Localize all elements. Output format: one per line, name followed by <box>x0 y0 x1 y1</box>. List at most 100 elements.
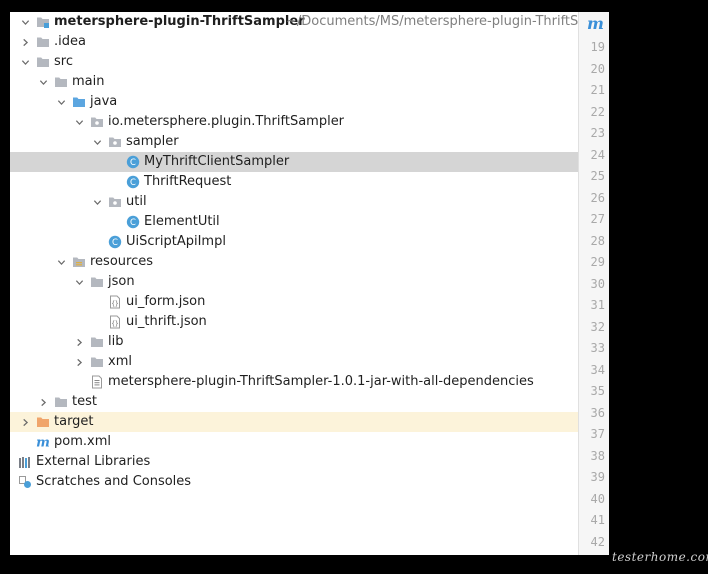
project-tree-panel: metersphere-plugin-ThriftSampler ~/Docume… <box>10 12 578 555</box>
line-number: 21 <box>590 83 605 97</box>
json-file-icon: {} <box>108 315 122 329</box>
svg-text:C: C <box>130 158 136 168</box>
chevron-down-icon[interactable] <box>90 192 104 212</box>
tree-item-label: MyThriftClientSampler <box>144 154 290 169</box>
tree-item-label: metersphere-plugin-ThriftSampler <box>54 14 305 29</box>
tree-item-label: .idea <box>54 34 86 49</box>
tree-item-scratches-and-consoles[interactable]: Scratches and Consoles <box>10 472 578 492</box>
tree-item-label: ElementUtil <box>144 214 220 229</box>
package-icon <box>108 195 122 209</box>
line-number: 25 <box>590 169 605 183</box>
chevron-down-icon[interactable] <box>18 12 32 32</box>
tree-item-label: target <box>54 414 94 429</box>
tree-item-main[interactable]: main <box>10 72 578 92</box>
line-number: 37 <box>590 427 605 441</box>
line-number: 34 <box>590 362 605 377</box>
line-number: 32 <box>590 319 605 334</box>
tree-item-lib[interactable]: lib <box>10 332 578 352</box>
line-number: 20 <box>590 61 605 76</box>
line-number: 39 <box>590 470 605 484</box>
tree-item-ui-thrift-json[interactable]: {} ui_thrift.json <box>10 312 578 332</box>
folder-icon <box>90 275 104 289</box>
json-file-icon: {} <box>108 295 122 309</box>
tree-item-mythriftclientsampler[interactable]: C MyThriftClientSampler <box>10 152 578 172</box>
line-number: 35 <box>590 384 605 398</box>
folder-icon <box>36 35 50 49</box>
tree-item-java[interactable]: java <box>10 92 578 112</box>
folder-icon <box>90 335 104 349</box>
tree-item-label: sampler <box>126 134 179 149</box>
chevron-right-icon[interactable] <box>18 412 32 432</box>
line-number: 38 <box>590 448 605 463</box>
source-folder-icon <box>72 95 86 109</box>
svg-text:m: m <box>36 436 50 450</box>
chevron-down-icon[interactable] <box>36 72 50 92</box>
tree-item-label: main <box>72 74 105 89</box>
chevron-down-icon[interactable] <box>18 52 32 72</box>
tree-item-metersphere-plugin-thriftsampler-1-0-1-jar-with-all-dependencies[interactable]: metersphere-plugin-ThriftSampler-1.0.1-j… <box>10 372 578 392</box>
tree-item-label: Scratches and Consoles <box>36 474 192 489</box>
package-icon <box>108 135 122 149</box>
tree-item-uiscriptapiimpl[interactable]: C UiScriptApiImpl <box>10 232 578 252</box>
svg-text:C: C <box>130 178 136 188</box>
folder-icon <box>54 75 68 89</box>
tree-item-target[interactable]: target <box>10 412 578 432</box>
tree-item-util[interactable]: util <box>10 192 578 212</box>
tree-item-xml[interactable]: xml <box>10 352 578 372</box>
tree-item-label: json <box>108 274 135 289</box>
maven-tab-icon[interactable]: m <box>587 14 604 33</box>
chevron-down-icon[interactable] <box>72 112 86 132</box>
tree-item-label: util <box>126 194 147 209</box>
line-number: 23 <box>590 126 605 140</box>
chevron-right-icon[interactable] <box>36 392 50 412</box>
tree-item-src[interactable]: src <box>10 52 578 72</box>
tree-item-test[interactable]: test <box>10 392 578 412</box>
project-tree: metersphere-plugin-ThriftSampler ~/Docume… <box>10 12 578 492</box>
tree-item-label: External Libraries <box>36 454 151 469</box>
tree-item-label: ui_form.json <box>126 294 206 309</box>
line-number: 19 <box>590 40 605 54</box>
chevron-down-icon[interactable] <box>72 272 86 292</box>
line-number: 33 <box>590 341 605 355</box>
chevron-down-icon[interactable] <box>54 252 68 272</box>
tree-item-label: pom.xml <box>54 434 111 449</box>
chevron-right-icon[interactable] <box>72 352 86 372</box>
tree-item-external-libraries[interactable]: External Libraries <box>10 452 578 472</box>
folder-icon <box>36 55 50 69</box>
line-number: 40 <box>590 491 605 506</box>
line-number: 36 <box>590 405 605 420</box>
libraries-icon <box>18 455 32 469</box>
svg-text:{}: {} <box>111 301 118 308</box>
tree-item-label: ThriftRequest <box>144 174 232 189</box>
tree-item-io-metersphere-plugin-thriftsampler[interactable]: io.metersphere.plugin.ThriftSampler <box>10 112 578 132</box>
tree-item-label: UiScriptApiImpl <box>126 234 226 249</box>
tree-item-metersphere-plugin-thriftsampler[interactable]: metersphere-plugin-ThriftSampler ~/Docume… <box>10 12 578 32</box>
tree-item-resources[interactable]: resources <box>10 252 578 272</box>
chevron-down-icon[interactable] <box>90 132 104 152</box>
tree-item-label: xml <box>108 354 132 369</box>
tree-item-sampler[interactable]: sampler <box>10 132 578 152</box>
line-number: 31 <box>590 298 605 312</box>
scratches-icon <box>18 475 32 489</box>
module-folder-icon <box>36 15 50 29</box>
tree-item-json[interactable]: json <box>10 272 578 292</box>
tree-item-ui-form-json[interactable]: {} ui_form.json <box>10 292 578 312</box>
tree-item-thriftrequest[interactable]: C ThriftRequest <box>10 172 578 192</box>
maven-icon: m <box>36 435 50 450</box>
tree-item-elementutil[interactable]: C ElementUtil <box>10 212 578 232</box>
svg-text:C: C <box>130 218 136 228</box>
chevron-right-icon[interactable] <box>18 32 32 52</box>
svg-text:C: C <box>112 238 118 248</box>
line-number: 41 <box>590 513 605 527</box>
chevron-down-icon[interactable] <box>54 92 68 112</box>
package-icon <box>90 115 104 129</box>
excluded-folder-icon <box>36 415 50 429</box>
tree-item-idea[interactable]: .idea <box>10 32 578 52</box>
line-number: 42 <box>590 534 605 549</box>
line-number: 29 <box>590 255 605 269</box>
class-icon: C <box>126 215 140 229</box>
tree-item-pom-xml[interactable]: m pom.xml <box>10 432 578 452</box>
chevron-right-icon[interactable] <box>72 332 86 352</box>
tree-item-label: java <box>90 94 118 109</box>
text-file-icon <box>90 375 104 389</box>
